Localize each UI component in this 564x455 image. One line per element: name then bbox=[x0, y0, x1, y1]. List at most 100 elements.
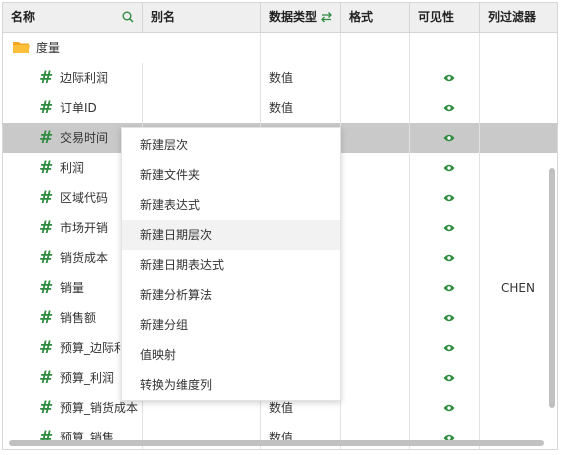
menu-item[interactable]: 新建层次 bbox=[122, 130, 340, 160]
measure-icon: # bbox=[39, 308, 54, 328]
filter-cell bbox=[480, 63, 557, 93]
column-header-data-type-label: 数据类型 bbox=[269, 10, 318, 24]
measure-icon: # bbox=[39, 188, 54, 208]
table-header: 名称 别名 数据类型 格式 可见性 列过滤器 bbox=[3, 3, 557, 33]
column-header-column-filter-label: 列过滤器 bbox=[488, 10, 537, 24]
vis-cell bbox=[410, 183, 480, 213]
eye-icon[interactable] bbox=[443, 134, 455, 142]
format-cell bbox=[341, 183, 410, 213]
format-cell bbox=[341, 273, 410, 303]
menu-item[interactable]: 转换为维度列 bbox=[122, 370, 340, 400]
column-header-visibility[interactable]: 可见性 bbox=[410, 3, 480, 32]
menu-item[interactable]: 新建分析算法 bbox=[122, 280, 340, 310]
measure-icon: # bbox=[39, 128, 54, 148]
field-name: 销量 bbox=[60, 281, 85, 295]
measure-icon: # bbox=[39, 98, 54, 118]
name-cell: # 边际利润 bbox=[3, 63, 143, 93]
eye-icon[interactable] bbox=[443, 224, 455, 232]
type-cell: 数值 bbox=[261, 63, 341, 93]
field-name: 订单ID bbox=[60, 101, 97, 115]
field-name: 交易时间 bbox=[60, 131, 109, 145]
menu-item[interactable]: 新建分组 bbox=[122, 310, 340, 340]
vertical-scrollbar[interactable] bbox=[549, 168, 555, 408]
eye-icon[interactable] bbox=[443, 254, 455, 262]
column-filter-value[interactable]: CHEN bbox=[501, 273, 535, 303]
measure-icon: # bbox=[39, 398, 54, 418]
field-name: 区域代码 bbox=[60, 191, 109, 205]
column-header-visibility-label: 可见性 bbox=[418, 10, 455, 24]
table-row[interactable]: # 订单ID 数值 bbox=[3, 93, 557, 123]
filter-cell bbox=[480, 303, 557, 333]
eye-icon[interactable] bbox=[443, 314, 455, 322]
measure-icon: # bbox=[39, 158, 54, 178]
data-type-value[interactable]: 数值 bbox=[269, 63, 293, 93]
field-name: 市场开销 bbox=[60, 221, 109, 235]
format-cell bbox=[341, 393, 410, 423]
data-type-value[interactable]: 数值 bbox=[269, 93, 293, 123]
eye-icon[interactable] bbox=[443, 284, 455, 292]
vis-cell bbox=[410, 213, 480, 243]
measure-icon: # bbox=[39, 368, 54, 388]
format-cell bbox=[341, 93, 410, 123]
format-cell bbox=[341, 123, 410, 153]
vis-cell bbox=[410, 363, 480, 393]
swap-icon[interactable] bbox=[320, 11, 333, 23]
search-icon[interactable] bbox=[122, 11, 134, 23]
menu-item[interactable]: 新建表达式 bbox=[122, 190, 340, 220]
filter-cell bbox=[480, 213, 557, 243]
format-cell bbox=[341, 153, 410, 183]
table-row[interactable]: # 边际利润 数值 bbox=[3, 63, 557, 93]
column-header-data-type[interactable]: 数据类型 bbox=[261, 3, 341, 32]
eye-icon[interactable] bbox=[443, 344, 455, 352]
measure-icon: # bbox=[39, 338, 54, 358]
eye-icon[interactable] bbox=[443, 374, 455, 382]
column-header-format[interactable]: 格式 bbox=[341, 3, 410, 32]
column-header-name-label: 名称 bbox=[11, 10, 36, 24]
eye-icon[interactable] bbox=[443, 194, 455, 202]
column-header-alias[interactable]: 别名 bbox=[143, 3, 261, 32]
folder-label: 度量 bbox=[36, 41, 61, 55]
vis-cell bbox=[410, 243, 480, 273]
menu-item[interactable]: 新建文件夹 bbox=[122, 160, 340, 190]
visibility-cell bbox=[410, 33, 480, 63]
eye-icon[interactable] bbox=[443, 74, 455, 82]
vis-cell bbox=[410, 153, 480, 183]
filter-cell bbox=[480, 333, 557, 363]
menu-item[interactable]: 值映射 bbox=[122, 340, 340, 370]
filter-cell bbox=[480, 33, 557, 63]
column-header-name[interactable]: 名称 bbox=[3, 3, 143, 32]
type-cell: 数值 bbox=[261, 93, 341, 123]
filter-cell: CHEN bbox=[480, 273, 557, 303]
field-name: 销售额 bbox=[60, 311, 97, 325]
alias-cell bbox=[143, 33, 261, 63]
menu-item[interactable]: 新建日期表达式 bbox=[122, 250, 340, 280]
filter-cell bbox=[480, 93, 557, 123]
format-cell bbox=[341, 303, 410, 333]
vis-cell bbox=[410, 303, 480, 333]
vis-cell bbox=[410, 273, 480, 303]
field-name: 销货成本 bbox=[60, 251, 109, 265]
vis-cell bbox=[410, 333, 480, 363]
filter-cell bbox=[480, 363, 557, 393]
field-name: 边际利润 bbox=[60, 71, 109, 85]
measure-icon: # bbox=[39, 278, 54, 298]
measure-icon: # bbox=[39, 218, 54, 238]
eye-icon[interactable] bbox=[443, 404, 455, 412]
name-cell: # 订单ID bbox=[3, 93, 143, 123]
field-name: 利润 bbox=[60, 161, 85, 175]
horizontal-scrollbar[interactable] bbox=[9, 440, 544, 446]
format-cell bbox=[341, 33, 410, 63]
vis-cell bbox=[410, 123, 480, 153]
eye-icon[interactable] bbox=[443, 164, 455, 172]
column-header-column-filter[interactable]: 列过滤器 bbox=[480, 3, 557, 32]
folder-row[interactable]: 度量 bbox=[3, 33, 557, 63]
format-cell bbox=[341, 363, 410, 393]
folder-icon bbox=[13, 42, 30, 53]
column-header-alias-label: 别名 bbox=[151, 10, 176, 24]
format-cell bbox=[341, 213, 410, 243]
alias-cell bbox=[143, 63, 261, 93]
menu-item[interactable]: 新建日期层次 bbox=[122, 220, 340, 250]
eye-icon[interactable] bbox=[443, 104, 455, 112]
vis-cell bbox=[410, 93, 480, 123]
field-name: 预算_利润 bbox=[60, 371, 115, 385]
